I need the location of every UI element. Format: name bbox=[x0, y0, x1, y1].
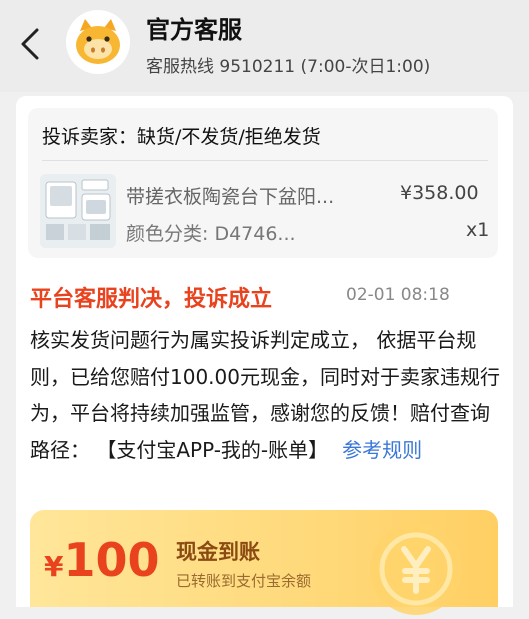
product-spec: 颜色分类: D4746... bbox=[126, 223, 296, 245]
divider bbox=[42, 160, 488, 161]
product-price: ¥358.00 bbox=[400, 182, 479, 204]
payout-amount: ¥100 bbox=[44, 533, 160, 587]
mascot-avatar-icon bbox=[76, 19, 120, 64]
verdict-body-text: 核实发货问题行为属实投诉判定成立， 依据平台规则，已给您赔付100.00元现金，… bbox=[30, 328, 500, 462]
payout-title: 现金到账 bbox=[176, 540, 260, 564]
page-title: 官方客服 bbox=[146, 16, 242, 44]
verdict-title: 平台客服判决，投诉成立 bbox=[30, 287, 273, 312]
verdict-timestamp: 02-01 08:18 bbox=[346, 285, 450, 305]
product-quantity: x1 bbox=[466, 219, 490, 241]
payout-subtitle: 已转账到支付宝余额 bbox=[176, 572, 312, 590]
product-thumbnail[interactable] bbox=[40, 174, 116, 248]
reference-rules-link[interactable]: 参考规则 bbox=[342, 438, 422, 462]
product-name: 带搓衣板陶瓷台下盆阳... bbox=[126, 186, 335, 208]
complaint-heading: 投诉卖家：缺货/不发货/拒绝发货 bbox=[42, 126, 321, 148]
payout-number: 100 bbox=[63, 533, 160, 587]
verdict-message: 核实发货问题行为属实投诉判定成立， 依据平台规则，已给您赔付100.00元现金，… bbox=[30, 322, 500, 468]
currency-symbol: ¥ bbox=[44, 550, 64, 583]
yuan-coin-icon bbox=[370, 523, 462, 615]
product-image-icon bbox=[40, 174, 116, 248]
chevron-left-icon bbox=[21, 28, 39, 60]
avatar[interactable] bbox=[66, 10, 130, 74]
back-button[interactable] bbox=[14, 24, 46, 64]
hotline-text: 客服热线 9510211 (7:00-次日1:00) bbox=[146, 57, 431, 77]
